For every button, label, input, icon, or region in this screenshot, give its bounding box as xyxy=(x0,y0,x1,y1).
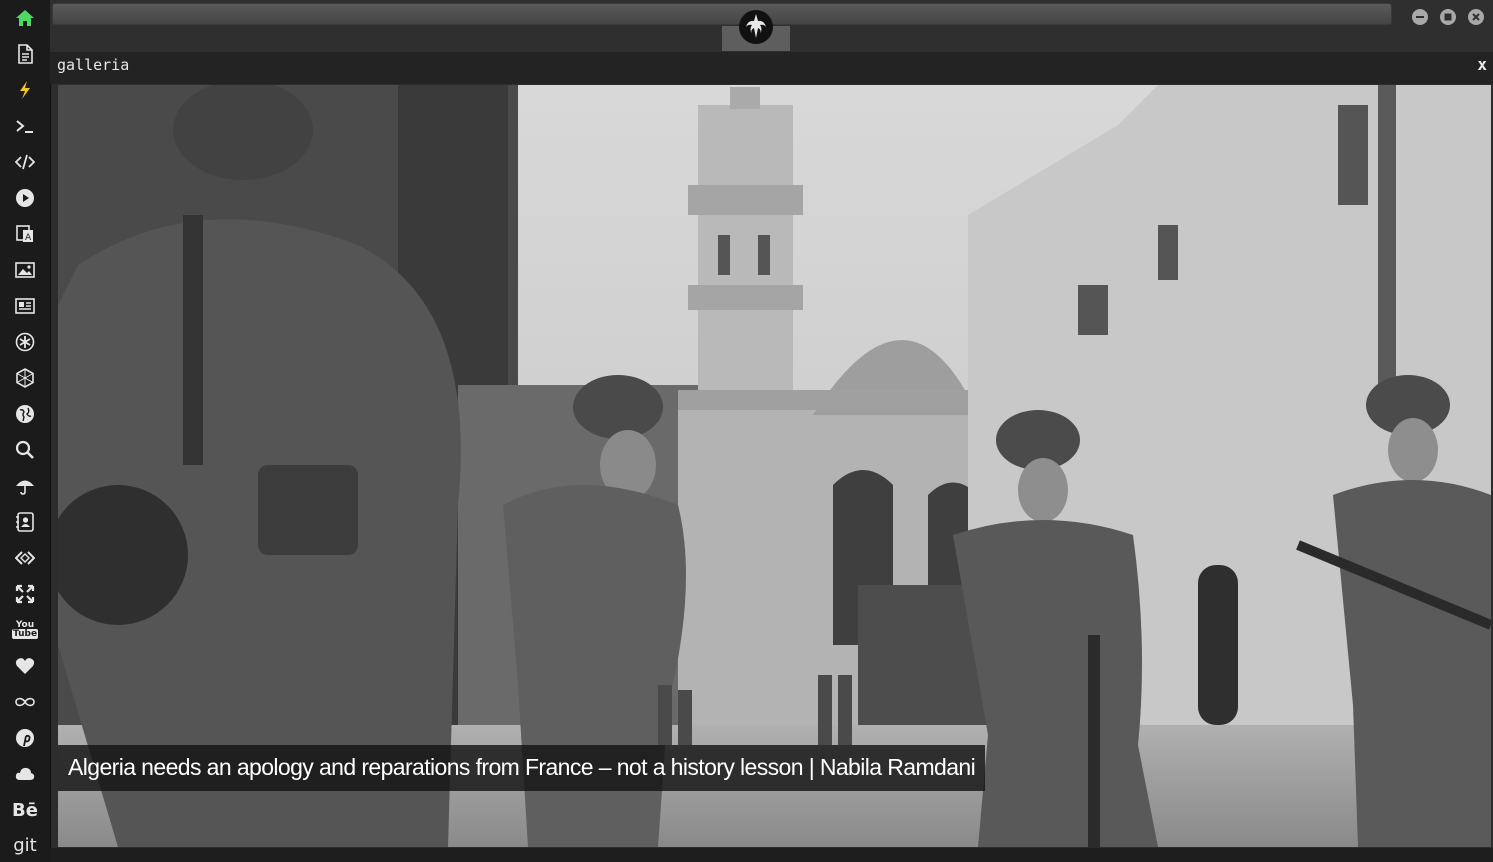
maximize-button[interactable] xyxy=(1440,9,1456,25)
youtube-icon[interactable]: You Tube xyxy=(8,615,42,645)
contact-icon[interactable] xyxy=(8,507,42,537)
document-icon[interactable] xyxy=(8,39,42,69)
newspaper-icon[interactable] xyxy=(8,291,42,321)
panel-header: galleria x xyxy=(50,52,1493,84)
image-icon[interactable] xyxy=(8,255,42,285)
panel-title: galleria xyxy=(57,56,130,74)
sidebar: A You Tube Bē git xyxy=(0,0,51,862)
terminal-icon[interactable] xyxy=(8,111,42,141)
address-bar[interactable] xyxy=(52,3,1392,25)
search-icon[interactable] xyxy=(8,435,42,465)
status-strip xyxy=(50,848,1493,862)
svg-text:A: A xyxy=(25,233,32,243)
panel-close-button[interactable]: x xyxy=(1477,55,1487,74)
gallery-photo xyxy=(58,85,1491,847)
umbrella-icon[interactable] xyxy=(8,471,42,501)
hexagon-icon[interactable] xyxy=(8,363,42,393)
play-icon[interactable] xyxy=(8,183,42,213)
app-window: A You Tube Bē git galleria x Algeria nee… xyxy=(0,0,1493,862)
translate-icon[interactable]: A xyxy=(8,219,42,249)
gallery-viewer[interactable]: Algeria needs an apology and reparations… xyxy=(58,85,1491,847)
cloud-icon[interactable] xyxy=(8,759,42,789)
diamond-code-icon[interactable] xyxy=(8,543,42,573)
expand-icon[interactable] xyxy=(8,579,42,609)
pinterest-icon[interactable] xyxy=(8,723,42,753)
rebel-alliance-logo-icon[interactable] xyxy=(736,7,776,47)
infinity-icon[interactable] xyxy=(8,687,42,717)
git-icon[interactable]: git xyxy=(8,830,42,860)
behance-icon[interactable]: Bē xyxy=(8,795,42,825)
code-icon[interactable] xyxy=(8,147,42,177)
gallery-caption: Algeria needs an apology and reparations… xyxy=(58,745,986,791)
heart-icon[interactable] xyxy=(8,651,42,681)
close-button[interactable] xyxy=(1468,9,1484,25)
globe-icon[interactable] xyxy=(8,399,42,429)
title-bar xyxy=(50,0,1493,52)
minimize-button[interactable] xyxy=(1412,9,1428,25)
asterisk-icon[interactable] xyxy=(8,327,42,357)
home-icon[interactable] xyxy=(8,3,42,33)
lightning-icon[interactable] xyxy=(8,75,42,105)
